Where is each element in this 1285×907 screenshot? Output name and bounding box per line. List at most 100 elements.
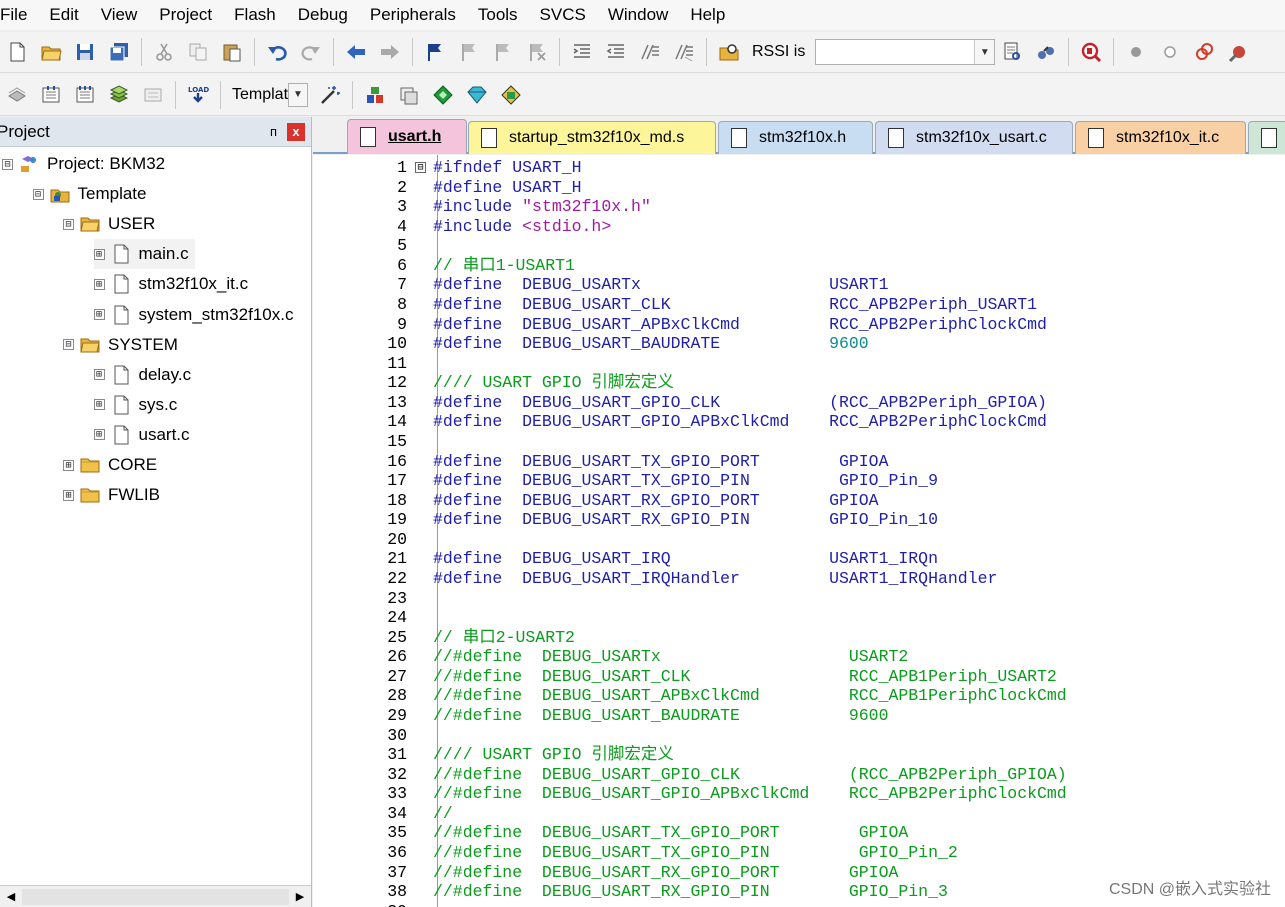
scroll-left-icon[interactable]: ◀ xyxy=(0,886,22,907)
close-icon[interactable]: x xyxy=(287,122,305,141)
save-all-button[interactable] xyxy=(105,38,133,66)
code-editor[interactable]: 1 ⊟ #ifndef USART_H 2 #define USART_H 3 #inclu… xyxy=(313,155,1285,907)
tree-item[interactable]: ⊞ main.c xyxy=(93,239,195,270)
menu-help[interactable]: Help xyxy=(679,0,736,30)
debug-session-button[interactable] xyxy=(1077,38,1105,66)
editor-tab[interactable]: usart.h xyxy=(347,119,467,154)
tree-item[interactable]: ⊟ Template xyxy=(32,179,146,209)
clear-bookmarks-button[interactable] xyxy=(523,38,551,66)
tree-item[interactable]: ⊞ FWLIB xyxy=(63,480,160,510)
tree-item-label: main.c xyxy=(138,244,189,264)
target-options-button[interactable] xyxy=(316,81,344,109)
tree-item[interactable]: ⊞ usart.c xyxy=(93,420,190,450)
menu-window[interactable]: Window xyxy=(597,0,679,30)
expand-icon[interactable]: ⊞ xyxy=(93,248,105,260)
collapse-icon[interactable]: ⊟ xyxy=(2,158,13,170)
expand-icon[interactable]: ⊞ xyxy=(93,429,105,441)
cut-button[interactable] xyxy=(150,38,178,66)
disable-breakpoint-button[interactable] xyxy=(1156,38,1184,66)
editor-tab[interactable]: stm32f10x_usart.c xyxy=(875,121,1073,154)
indent-button[interactable] xyxy=(568,38,596,66)
expand-icon[interactable]: ⊞ xyxy=(93,399,105,411)
tree-item[interactable]: ⊞ delay.c xyxy=(93,360,191,390)
editor-tab[interactable] xyxy=(1248,121,1285,154)
menu-edit[interactable]: Edit xyxy=(38,0,89,30)
expand-icon[interactable]: ⊞ xyxy=(63,459,74,471)
pack-installer-button[interactable] xyxy=(463,81,491,109)
target-select[interactable]: ▼ xyxy=(183,82,309,108)
code-line: 35 //#define DEBUG_USART_TX_GPIO_PORT GPI… xyxy=(313,823,1285,843)
code-line: 12 //// USART GPIO 引脚宏定义 xyxy=(313,373,1285,393)
prev-bookmark-button[interactable] xyxy=(455,38,483,66)
new-file-button[interactable] xyxy=(3,38,31,66)
tree-item[interactable]: ⊞ CORE xyxy=(63,450,157,480)
find-combo[interactable]: ▼ xyxy=(815,39,996,65)
tree-item[interactable]: ⊟ SYSTEM xyxy=(63,330,178,360)
kill-breakpoints-button[interactable] xyxy=(1190,38,1218,66)
editor-tab[interactable]: startup_stm32f10x_md.s xyxy=(468,121,716,154)
scroll-right-icon[interactable]: ▶ xyxy=(289,886,311,907)
file-extensions-button[interactable] xyxy=(395,81,423,109)
menu-debug[interactable]: Debug xyxy=(287,0,359,30)
tree-item[interactable]: ⊞ stm32f10x_it.c xyxy=(93,269,248,299)
menu-view[interactable]: View xyxy=(90,0,149,30)
expand-icon[interactable]: ⊞ xyxy=(93,369,105,381)
collapse-icon[interactable]: ⊟ xyxy=(32,188,44,200)
next-bookmark-button[interactable] xyxy=(489,38,517,66)
expand-icon[interactable]: ⊞ xyxy=(63,489,74,501)
find-button[interactable] xyxy=(998,38,1026,66)
pin-icon[interactable]: ᴨ xyxy=(270,124,277,139)
manage-project-items-button[interactable] xyxy=(361,81,389,109)
unindent-button[interactable] xyxy=(602,38,630,66)
collapse-icon[interactable]: ⊟ xyxy=(63,339,74,351)
chevron-down-icon[interactable]: ▼ xyxy=(974,40,995,64)
code-token: #define DEBUG_USART_IRQHandler USART1_IR… xyxy=(433,568,998,588)
find-in-files-button[interactable] xyxy=(715,38,743,66)
menu-svcs[interactable]: SVCS xyxy=(529,0,597,30)
menu-project[interactable]: Project xyxy=(148,0,223,30)
open-file-button[interactable] xyxy=(37,38,65,66)
menu-file[interactable]: File xyxy=(0,0,38,30)
collapse-icon[interactable]: ⊟ xyxy=(63,218,74,230)
horizontal-scrollbar[interactable]: ◀ ▶ xyxy=(0,885,311,907)
rebuild-button[interactable] xyxy=(71,81,99,109)
translate-button[interactable] xyxy=(3,81,31,109)
redo-button[interactable] xyxy=(297,38,325,66)
paste-button[interactable] xyxy=(218,38,246,66)
breakpoint-button[interactable] xyxy=(1122,38,1150,66)
manage-rte-button[interactable] xyxy=(497,81,525,109)
chevron-down-icon[interactable]: ▼ xyxy=(287,82,308,107)
navigate-forward-button[interactable] xyxy=(376,38,404,66)
fold-toggle-icon[interactable]: ⊟ xyxy=(415,162,426,173)
copy-button[interactable] xyxy=(184,38,212,66)
tree-item[interactable]: ⊞ system_stm32f10x.c xyxy=(93,300,293,330)
line-number: 31 xyxy=(387,745,407,765)
menu-tools[interactable]: Tools xyxy=(467,0,529,30)
arrow-left-icon xyxy=(347,45,365,59)
expand-icon[interactable]: ⊞ xyxy=(93,278,105,290)
menu-flash[interactable]: Flash xyxy=(223,0,287,30)
menu-peripherals[interactable]: Peripherals xyxy=(359,0,467,30)
batch-build-button[interactable] xyxy=(105,81,133,109)
undo-button[interactable] xyxy=(263,38,291,66)
file-toolbar: RSSI is ▼ xyxy=(0,32,1285,73)
incremental-find-button[interactable] xyxy=(1032,38,1060,66)
configure-button[interactable] xyxy=(1224,38,1252,66)
select-packs-button[interactable] xyxy=(429,81,457,109)
tree-item[interactable]: ⊟ USER xyxy=(63,209,155,239)
stop-build-button[interactable] xyxy=(139,81,167,109)
editor-tab[interactable]: stm32f10x_it.c xyxy=(1075,121,1246,154)
save-button[interactable] xyxy=(71,38,99,66)
bookmark-clear-icon xyxy=(530,44,546,61)
scroll-track[interactable] xyxy=(22,888,289,905)
insert-bookmark-button[interactable] xyxy=(421,38,449,66)
expand-icon[interactable]: ⊞ xyxy=(93,309,105,320)
comment-selection-button[interactable] xyxy=(636,38,664,66)
tree-item[interactable]: ⊟ Project: BKM32 xyxy=(2,149,165,179)
uncomment-selection-button[interactable] xyxy=(670,38,698,66)
navigate-back-button[interactable] xyxy=(342,38,370,66)
editor-tab[interactable]: stm32f10x.h xyxy=(718,121,873,154)
build-button[interactable] xyxy=(37,81,65,109)
tree-item[interactable]: ⊞ sys.c xyxy=(93,390,177,420)
tab-label: usart.h xyxy=(388,128,442,145)
